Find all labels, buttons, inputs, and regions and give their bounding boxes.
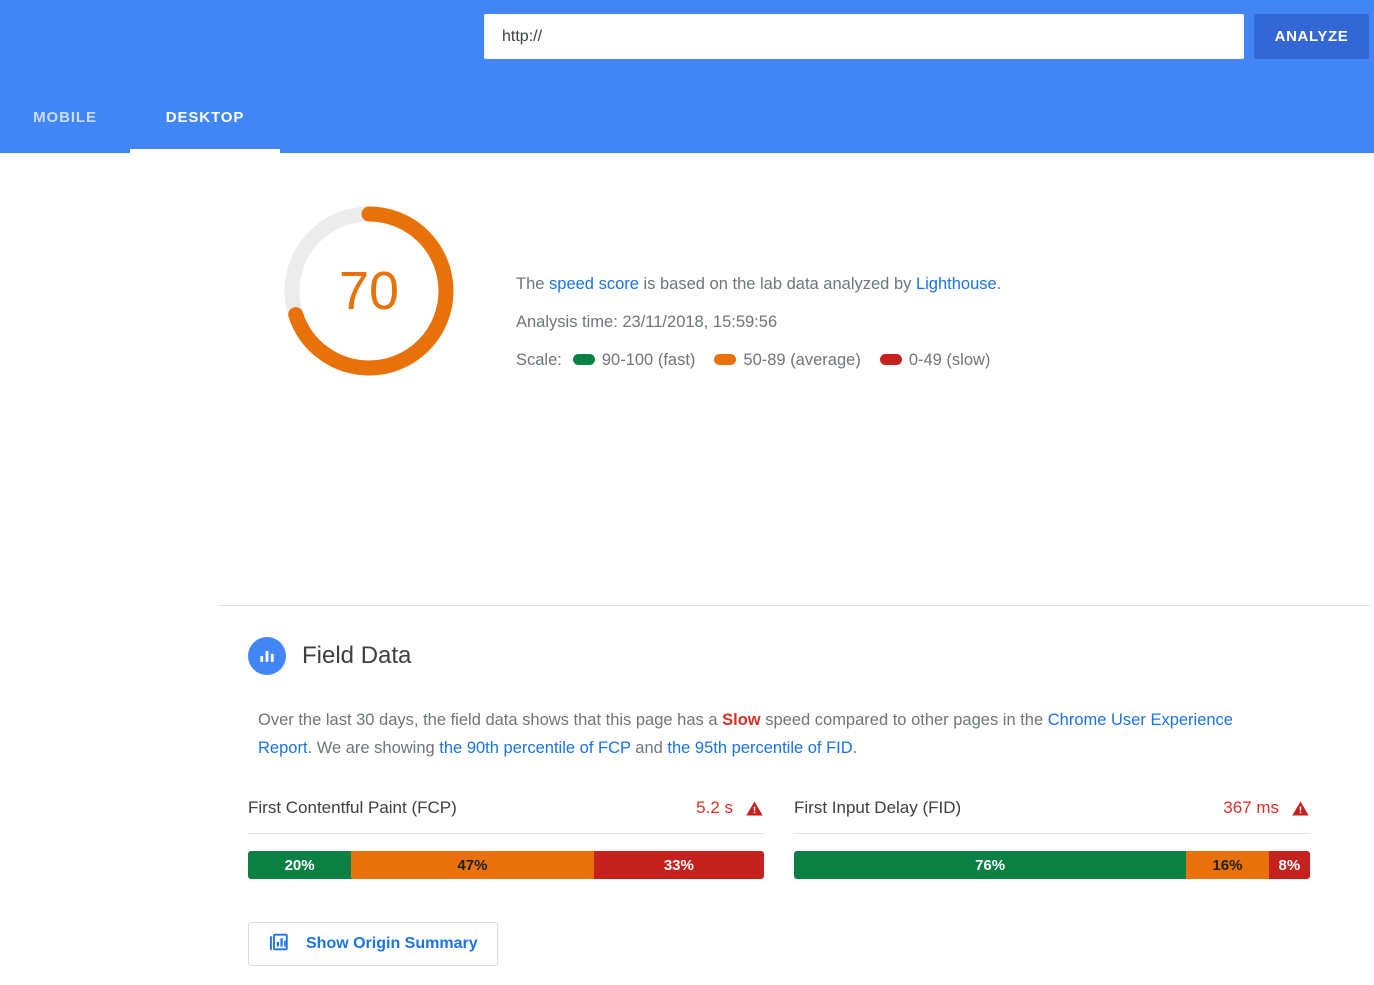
tab-desktop-label: DESKTOP bbox=[166, 109, 245, 126]
scale-item-slow: 0-49 (slow) bbox=[873, 351, 991, 369]
lighthouse-link-top[interactable]: Lighthouse bbox=[916, 275, 997, 293]
score-desc-pre: The bbox=[516, 275, 549, 293]
tab-mobile[interactable]: MOBILE bbox=[0, 95, 130, 153]
scale-item-average: 50-89 (average) bbox=[707, 351, 860, 369]
score-description-block: The speed score is based on the lab data… bbox=[516, 265, 1256, 379]
platform-tabs: MOBILE DESKTOP bbox=[0, 95, 280, 153]
field-data-description: Over the last 30 days, the field data sh… bbox=[258, 706, 1288, 762]
show-origin-summary-button[interactable]: Show Origin Summary bbox=[248, 922, 498, 966]
score-summary: 70 The speed score is based on the lab d… bbox=[0, 205, 1374, 435]
warning-triangle-icon bbox=[1291, 799, 1310, 818]
analyze-button[interactable]: ANALYZE bbox=[1254, 14, 1369, 59]
scale-fast-label: 90-100 (fast) bbox=[602, 351, 696, 369]
field-metrics: First Contentful Paint (FCP) 5.2 s 20% 4… bbox=[248, 798, 1310, 879]
speed-score-value: 70 bbox=[283, 205, 455, 377]
tab-desktop[interactable]: DESKTOP bbox=[130, 95, 280, 153]
score-desc-mid: is based on the lab data analyzed by bbox=[639, 275, 916, 293]
metric-fid-name: First Input Delay (FID) bbox=[794, 798, 961, 818]
fcp-percentile-link[interactable]: the 90th percentile of FCP bbox=[439, 739, 630, 757]
scale-average-label: 50-89 (average) bbox=[743, 351, 860, 369]
metric-fcp-value-wrap: 5.2 s bbox=[696, 798, 764, 818]
fd-desc-3: . We are showing bbox=[308, 739, 440, 757]
analysis-time: Analysis time: 23/11/2018, 15:59:56 bbox=[516, 303, 1256, 341]
header-top-bar: ANALYZE bbox=[0, 0, 1374, 74]
fd-desc-5: . bbox=[853, 739, 858, 757]
speed-score-link[interactable]: speed score bbox=[549, 275, 639, 293]
warning-triangle-icon bbox=[745, 799, 764, 818]
metric-fid-value: 367 ms bbox=[1223, 798, 1279, 818]
section-divider bbox=[218, 605, 1370, 606]
speed-score-gauge: 70 bbox=[283, 205, 455, 377]
metric-fid-head: First Input Delay (FID) 367 ms bbox=[794, 798, 1310, 834]
fcp-segment-slow: 33% bbox=[594, 851, 764, 879]
score-desc-post: . bbox=[997, 275, 1002, 293]
score-description: The speed score is based on the lab data… bbox=[516, 265, 1256, 303]
score-scale-legend: Scale: 90-100 (fast) 50-89 (average) 0-49 (… bbox=[516, 341, 1256, 379]
fcp-segment-fast: 20% bbox=[248, 851, 351, 879]
fcp-segment-average: 47% bbox=[351, 851, 594, 879]
fid-segment-fast: 76% bbox=[794, 851, 1186, 879]
poll-chart-icon bbox=[268, 931, 290, 958]
field-data-header: Field Data bbox=[248, 637, 411, 675]
url-input[interactable] bbox=[484, 14, 1244, 59]
metric-fcp-value: 5.2 s bbox=[696, 798, 733, 818]
scale-slow-label: 0-49 (slow) bbox=[909, 351, 991, 369]
pill-average-icon bbox=[714, 354, 736, 365]
tab-mobile-label: MOBILE bbox=[33, 109, 97, 126]
fid-segment-slow: 8% bbox=[1269, 851, 1310, 879]
metric-fid: First Input Delay (FID) 367 ms 76% 16% 8… bbox=[794, 798, 1310, 879]
bar-chart-icon bbox=[248, 637, 286, 675]
pill-fast-icon bbox=[573, 354, 595, 365]
metric-fcp-distribution-bar: 20% 47% 33% bbox=[248, 851, 764, 879]
metric-fid-distribution-bar: 76% 16% 8% bbox=[794, 851, 1310, 879]
fd-desc-1: Over the last 30 days, the field data sh… bbox=[258, 711, 722, 729]
fid-segment-average: 16% bbox=[1186, 851, 1269, 879]
main-content: 70 The speed score is based on the lab d… bbox=[0, 153, 1374, 985]
scale-label: Scale: bbox=[516, 351, 562, 369]
pill-slow-icon bbox=[880, 354, 902, 365]
scale-item-fast: 90-100 (fast) bbox=[566, 351, 696, 369]
show-origin-summary-label: Show Origin Summary bbox=[306, 935, 478, 953]
metric-fid-value-wrap: 367 ms bbox=[1223, 798, 1310, 818]
fd-desc-4: and bbox=[631, 739, 668, 757]
field-data-title: Field Data bbox=[302, 642, 411, 670]
fd-speed-label: Slow bbox=[722, 711, 761, 729]
app-header: ANALYZE MOBILE DESKTOP bbox=[0, 0, 1374, 153]
metric-fcp-head: First Contentful Paint (FCP) 5.2 s bbox=[248, 798, 764, 834]
fd-desc-2: speed compared to other pages in the bbox=[761, 711, 1048, 729]
fid-percentile-link[interactable]: the 95th percentile of FID bbox=[667, 739, 852, 757]
metric-fcp: First Contentful Paint (FCP) 5.2 s 20% 4… bbox=[248, 798, 764, 879]
metric-fcp-name: First Contentful Paint (FCP) bbox=[248, 798, 457, 818]
